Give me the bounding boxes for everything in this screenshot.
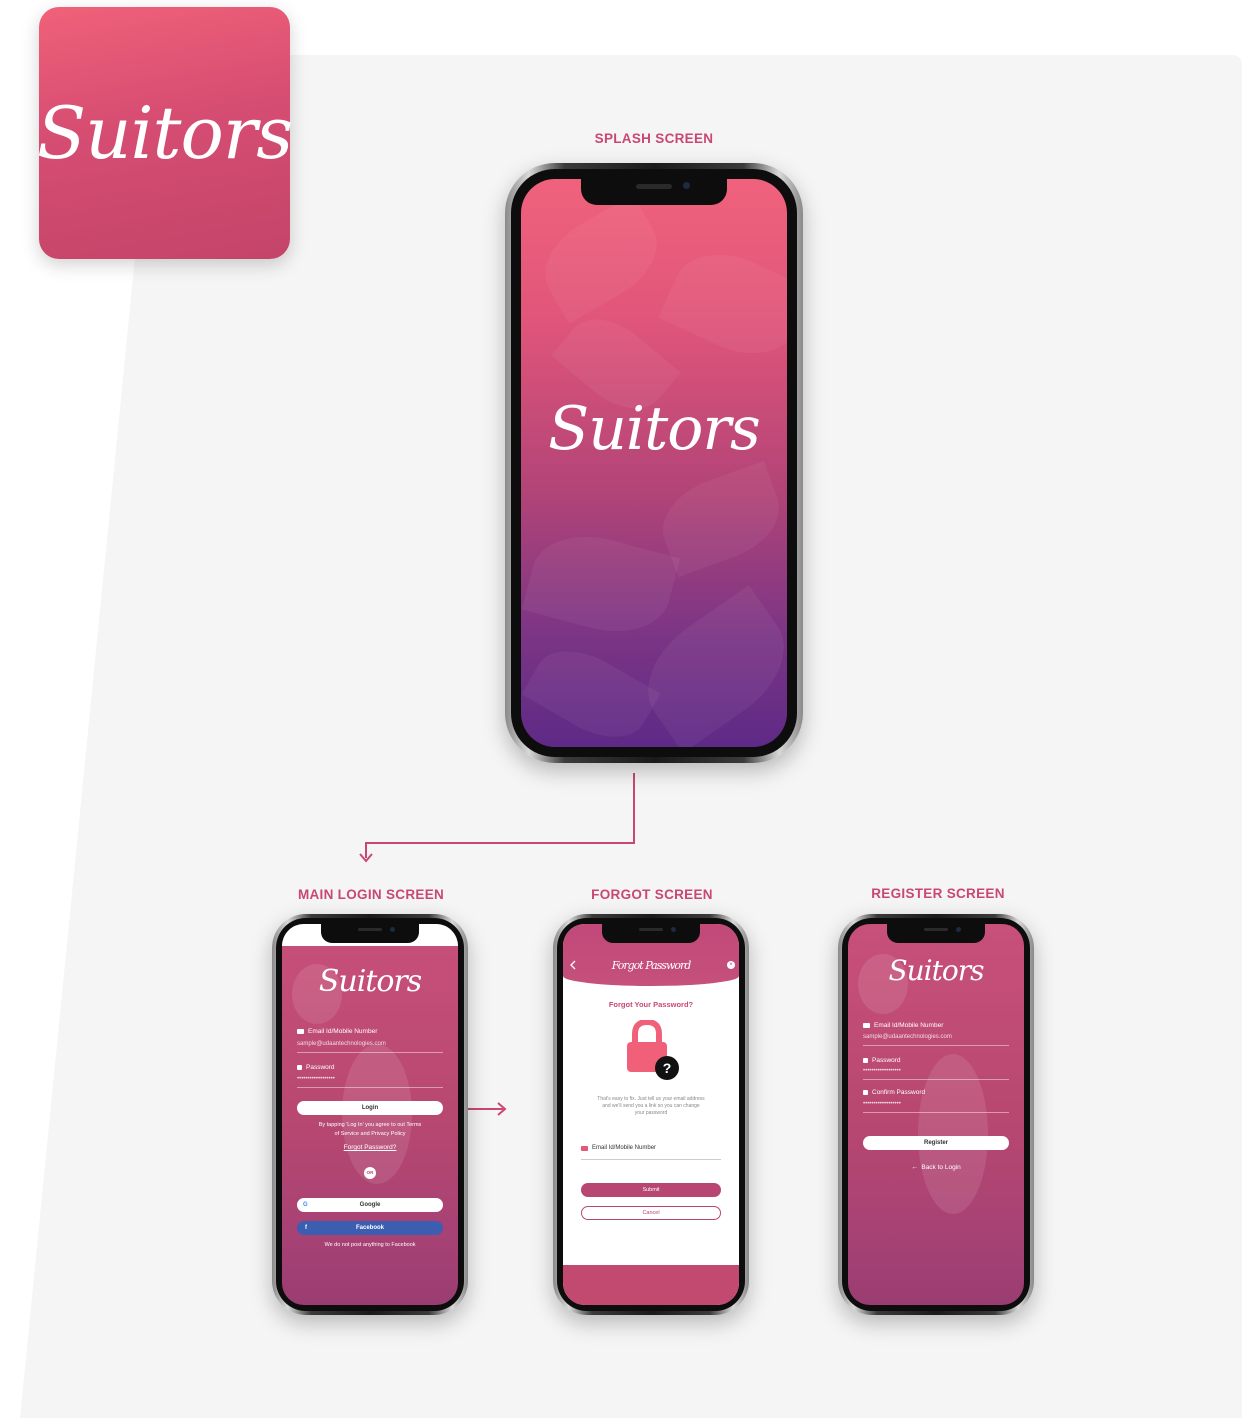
google-button-label: Google bbox=[359, 1202, 381, 1208]
terms-text-line2[interactable]: of Service and Privacy Policy bbox=[282, 1131, 458, 1137]
register-email-label: Email Id/Mobile Number bbox=[874, 1022, 944, 1029]
forgot-phone: Forgot Password × Forgot Your Password? … bbox=[553, 914, 749, 1315]
forgot-screen: Forgot Password × Forgot Your Password? … bbox=[563, 924, 739, 1305]
lock-icon bbox=[863, 1090, 868, 1095]
arrow-right-icon bbox=[497, 1102, 507, 1116]
lock-icon bbox=[297, 1065, 302, 1070]
mail-icon bbox=[297, 1029, 304, 1034]
forgot-heading: Forgot Your Password? bbox=[608, 1000, 694, 1009]
close-icon[interactable]: × bbox=[727, 961, 735, 969]
google-icon: G bbox=[303, 1202, 308, 1208]
lock-icon bbox=[863, 1058, 868, 1063]
forgot-email-input[interactable] bbox=[581, 1159, 721, 1160]
lock-question-icon: ? bbox=[627, 1020, 679, 1080]
register-email-field[interactable]: sample@udaantechnologies.com bbox=[863, 1034, 952, 1040]
facebook-icon: f bbox=[305, 1225, 307, 1231]
app-icon-logo: Suitors bbox=[36, 91, 293, 175]
splash-logo: Suitors bbox=[548, 394, 761, 464]
forgot-footer bbox=[563, 1265, 739, 1305]
login-screen-title: MAIN LOGIN SCREEN bbox=[297, 887, 445, 902]
login-logo: Suitors bbox=[318, 964, 422, 999]
register-button[interactable]: Register bbox=[863, 1136, 1009, 1150]
terms-text-line1: By tapping 'Log In' you agree to out Ter… bbox=[318, 1122, 422, 1128]
splash-screen-title: SPLASH SCREEN bbox=[594, 131, 714, 146]
flow-connector bbox=[633, 773, 635, 843]
or-divider: OR bbox=[364, 1167, 376, 1179]
mail-icon bbox=[581, 1145, 588, 1151]
facebook-button[interactable]: f Facebook bbox=[297, 1221, 443, 1235]
register-screen-title: REGISTER SCREEN bbox=[871, 886, 1005, 901]
login-screen: Suitors Email Id/Mobile Number sample@ud… bbox=[282, 924, 458, 1305]
splash-phone: Suitors bbox=[505, 163, 803, 763]
register-phone: Suitors Email Id/Mobile Number sample@ud… bbox=[838, 914, 1034, 1315]
email-label: Email Id/Mobile Number bbox=[308, 1028, 378, 1035]
email-field[interactable]: sample@udaantechnologies.com bbox=[297, 1041, 386, 1047]
forgot-desc-line2: and we'll send you a link so you can cha… bbox=[602, 1103, 700, 1109]
submit-button[interactable]: Submit bbox=[581, 1183, 721, 1197]
arrow-left-icon: ← bbox=[911, 1164, 922, 1171]
app-icon: Suitors bbox=[36, 7, 293, 259]
password-field[interactable]: •••••••••••••••••• bbox=[297, 1076, 335, 1082]
flow-connector bbox=[365, 842, 635, 844]
back-to-login-link[interactable]: ← Back to Login bbox=[848, 1164, 1024, 1171]
password-label: Password bbox=[306, 1064, 335, 1071]
arrow-down-icon bbox=[359, 853, 373, 863]
splash-screen: Suitors bbox=[521, 179, 787, 747]
mail-icon bbox=[863, 1023, 870, 1028]
confirm-password-field[interactable]: •••••••••••••••••• bbox=[863, 1101, 901, 1107]
confirm-password-label: Confirm Password bbox=[872, 1089, 926, 1096]
forgot-desc-line1: That's easy to fix. Just tell us your em… bbox=[597, 1096, 705, 1102]
register-password-label: Password bbox=[872, 1057, 901, 1064]
forgot-screen-title: FORGOT SCREEN bbox=[591, 887, 713, 902]
forgot-email-label: Email Id/Mobile Number bbox=[592, 1145, 657, 1151]
facebook-button-label: Facebook bbox=[355, 1225, 384, 1231]
google-button[interactable]: G Google bbox=[297, 1198, 443, 1212]
facebook-note: We do not post anything to Facebook bbox=[324, 1242, 416, 1248]
forgot-header-title: Forgot Password bbox=[611, 959, 692, 972]
login-phone: Suitors Email Id/Mobile Number sample@ud… bbox=[272, 914, 468, 1315]
cancel-button[interactable]: Cancel bbox=[581, 1206, 721, 1220]
login-button[interactable]: Login bbox=[297, 1101, 443, 1115]
forgot-desc-line3: your password bbox=[634, 1110, 668, 1116]
register-screen: Suitors Email Id/Mobile Number sample@ud… bbox=[848, 924, 1024, 1305]
back-to-login-label: Back to Login bbox=[921, 1164, 961, 1171]
register-logo: Suitors bbox=[888, 954, 984, 987]
svg-text:?: ? bbox=[663, 1060, 672, 1076]
forgot-password-link[interactable]: Forgot Password? bbox=[282, 1144, 458, 1151]
register-password-field[interactable]: •••••••••••••••••• bbox=[863, 1068, 901, 1074]
